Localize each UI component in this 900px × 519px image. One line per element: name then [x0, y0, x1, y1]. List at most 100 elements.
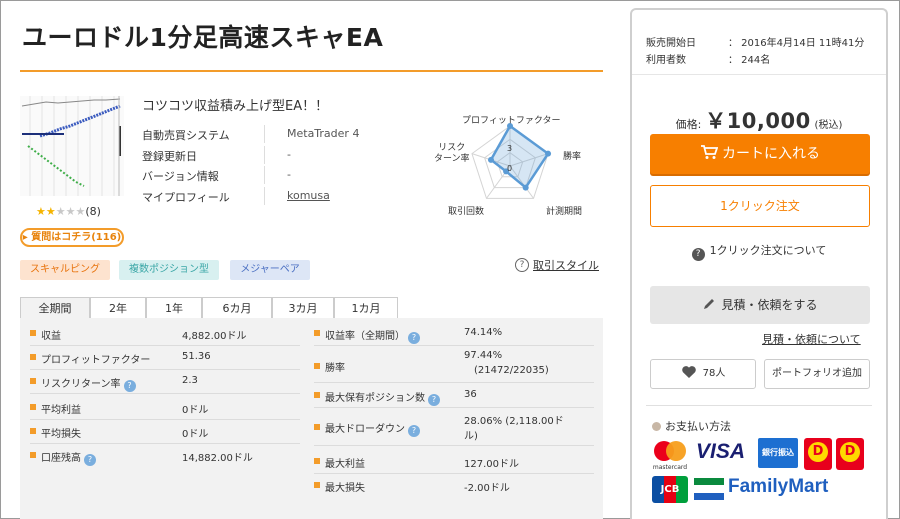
radar-chart: プロフィットファクター 勝率 計測期間 取引回数 リスク ターン率 3 0 [420, 110, 600, 222]
info-value-version: - [287, 168, 291, 181]
bullet [314, 363, 320, 369]
row-divider [314, 345, 594, 346]
bullet-icon [652, 422, 661, 431]
daily-logo: D [836, 438, 864, 470]
bullet [314, 392, 320, 398]
profile-link[interactable]: komusa [287, 189, 330, 202]
one-click-order-button[interactable]: 1クリック注文 [650, 185, 870, 227]
questions-link[interactable]: ▸ 質問はコチラ(116) [20, 228, 124, 247]
stat-row-winrate: 勝率 97.44% (21472/22035) [314, 348, 594, 384]
star-empty-icon: ★★★ [55, 205, 86, 218]
radar-point-2 [522, 184, 529, 191]
help-icon[interactable]: ? [123, 380, 136, 392]
cart-icon [701, 145, 719, 159]
price-value: ￥10,000 [705, 109, 811, 133]
info-divider [264, 125, 265, 143]
radar-point-4 [487, 156, 494, 163]
thumbnail-chart-icon [21, 96, 121, 196]
stat-row-avg-loss: 平均損失 0ドル [30, 422, 300, 444]
info-value-updated: - [287, 148, 291, 161]
help-icon[interactable]: ? [408, 425, 420, 437]
row-divider [314, 473, 594, 474]
row-divider [30, 419, 300, 420]
radar-label-trades: 取引回数 [448, 207, 485, 217]
info-label-version: バージョン情報 [142, 170, 219, 183]
bullet [30, 354, 36, 360]
favorite-button[interactable]: 78人 [650, 359, 756, 389]
bullet [30, 404, 36, 410]
help-icon[interactable]: ? [408, 332, 420, 344]
title-divider [20, 70, 603, 72]
add-portfolio-button[interactable]: ポートフォリオ追加 [764, 359, 870, 389]
radar-point-1 [545, 150, 552, 157]
tag-multi-position[interactable]: 複数ポジション型 [119, 260, 219, 280]
radar-scale-max: 3 [507, 144, 513, 153]
help-icon[interactable]: ? [428, 394, 440, 406]
tag-scalping[interactable]: スキャルピング [20, 260, 110, 280]
bullet [30, 428, 36, 434]
request-quote-button[interactable]: 見積・依頼をする [650, 286, 870, 324]
info-divider [264, 166, 265, 184]
stat-row-max-loss: 最大損失 -2.00ドル [314, 476, 594, 498]
radar-label-winrate: 勝率 [563, 152, 582, 162]
bullet [30, 452, 36, 458]
tab-2y[interactable]: 2年 [90, 297, 146, 319]
stat-row-max-positions: 最大保有ポジション数? 36 [314, 386, 594, 408]
stat-row-profit: 収益 4,882.00ドル [30, 324, 300, 346]
row-divider [30, 369, 300, 370]
row-divider [30, 443, 300, 444]
daily-payment-logo: D [804, 438, 832, 470]
row-divider [314, 445, 594, 446]
tab-3m[interactable]: 3カ月 [272, 297, 334, 319]
meta-value-users: ： 244名 [728, 55, 771, 66]
radar-label-pf: プロフィットファクター [462, 116, 561, 126]
rating-stars: ★★★★★(8) [36, 205, 101, 218]
tab-6m[interactable]: 6カ月 [202, 297, 272, 319]
stats-panel: 収益 4,882.00ドル プロフィットファクター 51.36 リスクリターン率… [20, 318, 603, 519]
row-divider [314, 382, 594, 383]
quote-about-link[interactable]: 見積・依頼について [762, 331, 861, 347]
info-divider [264, 146, 265, 164]
row-divider [30, 393, 300, 394]
familymart-logo: FamilyMart [728, 476, 829, 497]
meta-label-start: 販売開始日 [646, 38, 696, 49]
info-divider [264, 187, 265, 205]
bullet [30, 330, 36, 336]
add-to-cart-button[interactable]: カートに入れる [650, 134, 870, 174]
bullet [314, 482, 320, 488]
radar-series-shape [489, 124, 550, 190]
trade-style-link[interactable]: ? 取引スタイル [515, 257, 599, 273]
row-divider [314, 407, 594, 408]
info-label-system: 自動売買システム [142, 129, 230, 142]
purchase-sidebar: 販売開始日 ： 2016年4月14日 11時41分 利用者数 ： 244名 価格… [630, 8, 888, 519]
bullet [314, 458, 320, 464]
help-icon[interactable]: ? [84, 454, 96, 466]
meta-label-users: 利用者数 [646, 55, 686, 66]
stat-row-pf: プロフィットファクター 51.36 [30, 348, 300, 370]
tab-1m[interactable]: 1カ月 [334, 297, 398, 319]
product-chart-thumbnail[interactable] [20, 96, 124, 196]
stat-row-riskreturn: リスクリターン率? 2.3 [30, 372, 300, 394]
row-divider [30, 345, 300, 346]
bank-transfer-logo: 銀行振込 [758, 438, 798, 468]
info-label-profile: マイプロフィール [142, 191, 230, 204]
one-click-about-link[interactable]: ? 1クリック注文について [632, 242, 886, 261]
payment-title: お支払い方法 [652, 418, 731, 434]
info-label-updated: 登録更新日 [142, 150, 197, 163]
mastercard-icon [654, 441, 686, 461]
stat-row-avg-profit: 平均利益 0ドル [30, 398, 300, 420]
familymart-stripe-icon [694, 478, 724, 500]
tab-1y[interactable]: 1年 [146, 297, 202, 319]
pencil-icon [704, 299, 715, 309]
stat-row-return-rate: 収益率（全期間）? 74.14% [314, 324, 594, 346]
heart-icon [681, 366, 696, 378]
tab-all[interactable]: 全期間 [20, 297, 90, 319]
stat-row-max-drawdown: 最大ドローダウン? 28.06% (2,118.00ド ル) [314, 410, 594, 446]
product-title: ユーロドル1分足高速スキャEA [22, 23, 384, 52]
stat-row-max-profit: 最大利益 127.00ドル [314, 452, 594, 474]
sidebar-meta: 販売開始日 ： 2016年4月14日 11時41分 利用者数 ： 244名 [632, 10, 886, 75]
catch-copy: コツコツ収益積み上げ型EA！！ [142, 99, 329, 114]
bullet [314, 424, 320, 430]
radar-label-riskreturn: リスク ターン率 [434, 143, 470, 164]
tag-major-pair[interactable]: メジャーペア [230, 260, 310, 280]
